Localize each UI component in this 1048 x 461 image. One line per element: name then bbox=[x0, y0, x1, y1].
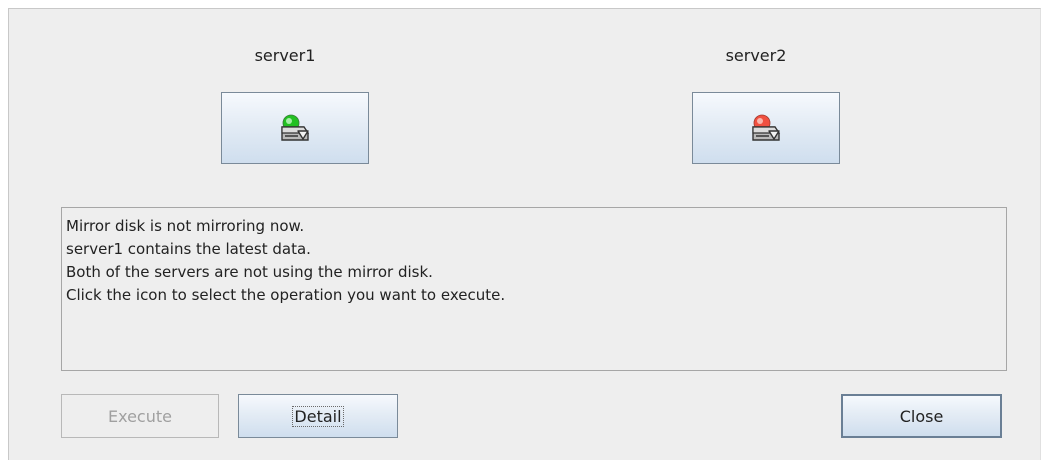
server2-button[interactable] bbox=[692, 92, 840, 164]
mirror-disk-dialog-panel: server1 server2 Mirror disk is not mirro… bbox=[8, 8, 1041, 460]
close-button-label: Close bbox=[899, 406, 944, 426]
execute-button[interactable]: Execute bbox=[61, 394, 219, 438]
message-line: Mirror disk is not mirroring now. bbox=[66, 217, 305, 235]
mirror-disk-server-icon bbox=[281, 114, 310, 141]
mirror-disk-server-icon bbox=[752, 114, 781, 141]
server2-label: server2 bbox=[725, 46, 787, 65]
message-line: server1 contains the latest data. bbox=[66, 240, 311, 258]
server1-label: server1 bbox=[254, 46, 316, 65]
message-line: Click the icon to select the operation y… bbox=[66, 286, 506, 304]
status-message-area: Mirror disk is not mirroring now. server… bbox=[61, 207, 1007, 371]
detail-button-label: Detail bbox=[292, 405, 344, 427]
message-line: Both of the servers are not using the mi… bbox=[66, 263, 433, 281]
execute-button-label: Execute bbox=[108, 406, 172, 426]
close-button[interactable]: Close bbox=[841, 394, 1002, 438]
server1-button[interactable] bbox=[221, 92, 369, 164]
detail-button[interactable]: Detail bbox=[238, 394, 398, 438]
